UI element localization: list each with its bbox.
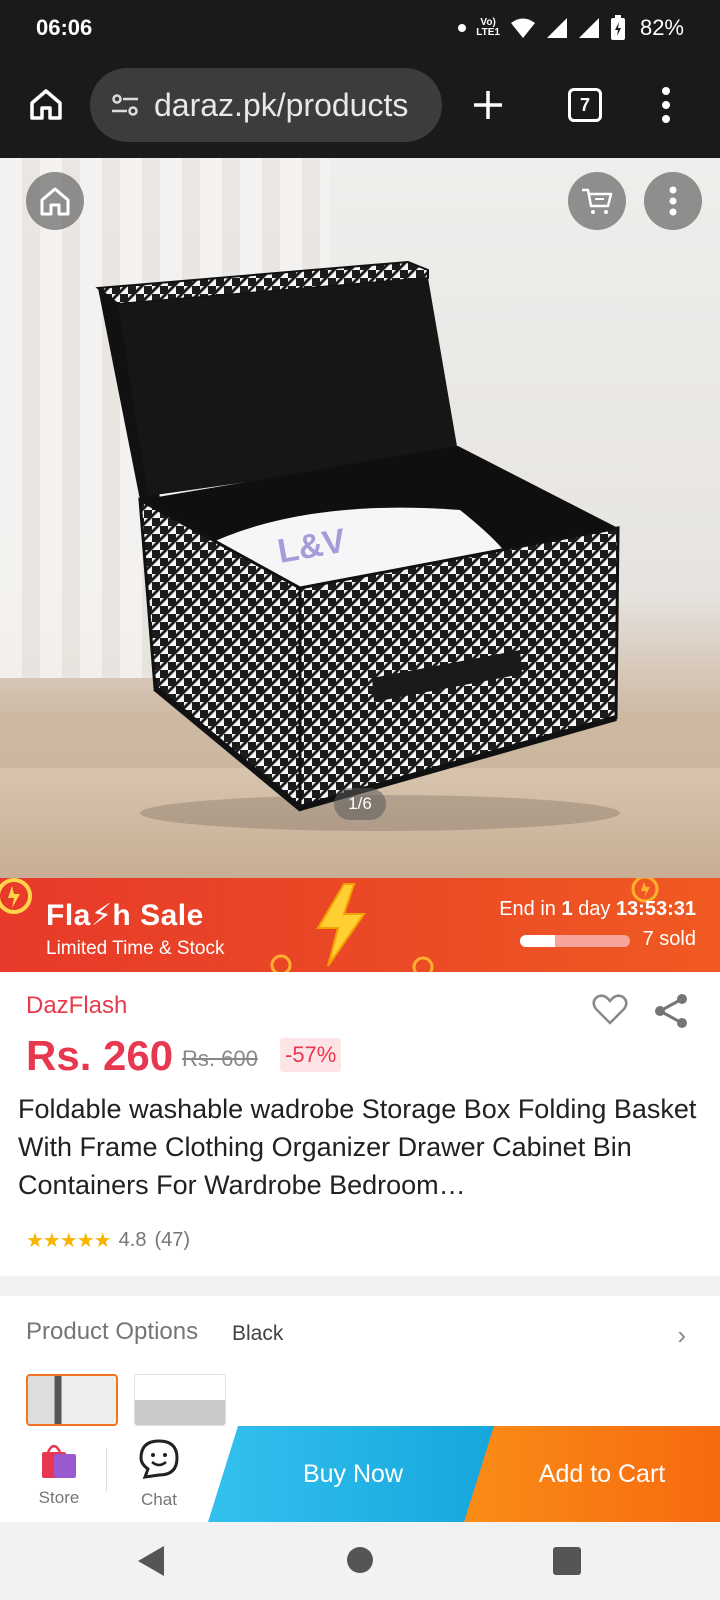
back-icon[interactable] [136, 1544, 166, 1578]
add-to-cart-button[interactable]: Add to Cart [464, 1426, 720, 1522]
rating-row[interactable]: ★★★★★ 4.8 (47) [26, 1228, 190, 1253]
flash-sale-banner[interactable]: Fla⚡h Sale Limited Time & Stock End in 1… [0, 878, 720, 972]
buy-now-button[interactable]: Buy Now [208, 1426, 498, 1522]
volte-icon: Vo) LTE1 [476, 17, 500, 38]
alarm-clock-icon [0, 878, 32, 914]
home-icon [40, 187, 70, 216]
options-label: Product Options [26, 1318, 199, 1345]
more-options-button[interactable] [644, 172, 702, 230]
url-text[interactable]: daraz.pk/products [154, 87, 408, 124]
product-title: Foldable washable wadrobe Storage Box Fo… [18, 1094, 697, 1200]
review-count: (47) [154, 1229, 191, 1251]
system-navigation-bar [0, 1522, 720, 1600]
wishlist-heart-icon[interactable] [592, 994, 628, 1026]
signal-icon-2 [578, 18, 599, 38]
notification-dot-icon [458, 24, 467, 32]
option-thumbnail-1[interactable] [26, 1374, 118, 1426]
cart-icon [582, 188, 613, 214]
signal-icon [546, 18, 567, 38]
alarm-clock-icon-bottom [412, 956, 434, 972]
status-bar: 06:06 Vo) LTE1 82% [0, 0, 720, 56]
browser-toolbar: daraz.pk/products 7 [0, 56, 720, 158]
bottom-action-bar: Store Chat Buy Now Add to Cart [0, 1426, 720, 1522]
share-icon[interactable] [652, 992, 690, 1030]
image-counter: 1/6 [334, 788, 386, 820]
store-home-button[interactable] [26, 172, 84, 230]
action-divider [106, 1448, 107, 1492]
product-options-card[interactable]: Product Options Black › [0, 1296, 720, 1426]
store-label: Store [38, 1488, 80, 1507]
browser-menu-icon[interactable] [660, 86, 672, 124]
lightning-icon [316, 883, 366, 967]
battery-icon [610, 15, 625, 40]
product-image-gallery[interactable]: L&V 1/6 [0, 158, 720, 878]
status-icons: Vo) LTE1 82% [458, 15, 684, 41]
browser-home-icon[interactable] [28, 86, 64, 122]
address-bar[interactable]: daraz.pk/products [90, 68, 442, 142]
status-time: 06:06 [36, 15, 93, 40]
wifi-icon [510, 18, 535, 38]
site-settings-icon[interactable] [110, 93, 140, 117]
chevron-right-icon: › [677, 1320, 686, 1350]
product-info-card: DazFlash Rs. 260 Rs. 600 -57% Foldable w… [0, 972, 720, 1276]
product-photo: L&V [95, 260, 620, 831]
discount-badge: -57% [280, 1038, 342, 1072]
more-vertical-icon [669, 186, 677, 216]
original-price: Rs. 600 [182, 1046, 258, 1071]
home-circle-icon[interactable] [346, 1546, 374, 1574]
shopping-bag-icon [42, 1444, 76, 1478]
selected-option: Black [232, 1322, 284, 1345]
chat-label: Chat [141, 1490, 177, 1509]
alarm-clock-icon-small [270, 954, 292, 972]
flash-sale-countdown: End in 1 day 13:53:31 [499, 898, 696, 920]
flash-sale-subtitle: Limited Time & Stock [46, 938, 225, 959]
battery-percent: 82% [639, 15, 684, 40]
rating-stars-icon: ★★★★★ [26, 1230, 112, 1252]
store-name[interactable]: DazFlash [26, 992, 127, 1020]
store-button[interactable]: Store [22, 1426, 96, 1522]
chat-button[interactable]: Chat [122, 1426, 196, 1522]
flash-sale-title: Fla⚡h Sale [46, 899, 204, 932]
sold-count: 7 sold [642, 928, 696, 950]
chat-smile-icon [139, 1439, 179, 1479]
option-thumbnail-2[interactable] [134, 1374, 226, 1426]
cart-button[interactable] [568, 172, 626, 230]
rating-value: 4.8 [118, 1229, 147, 1251]
sold-progress-bar [520, 935, 630, 947]
new-tab-icon[interactable] [470, 87, 506, 123]
recents-icon[interactable] [552, 1546, 582, 1576]
tab-switcher-button[interactable]: 7 [568, 88, 602, 122]
current-price: Rs. 260 [26, 1032, 174, 1079]
